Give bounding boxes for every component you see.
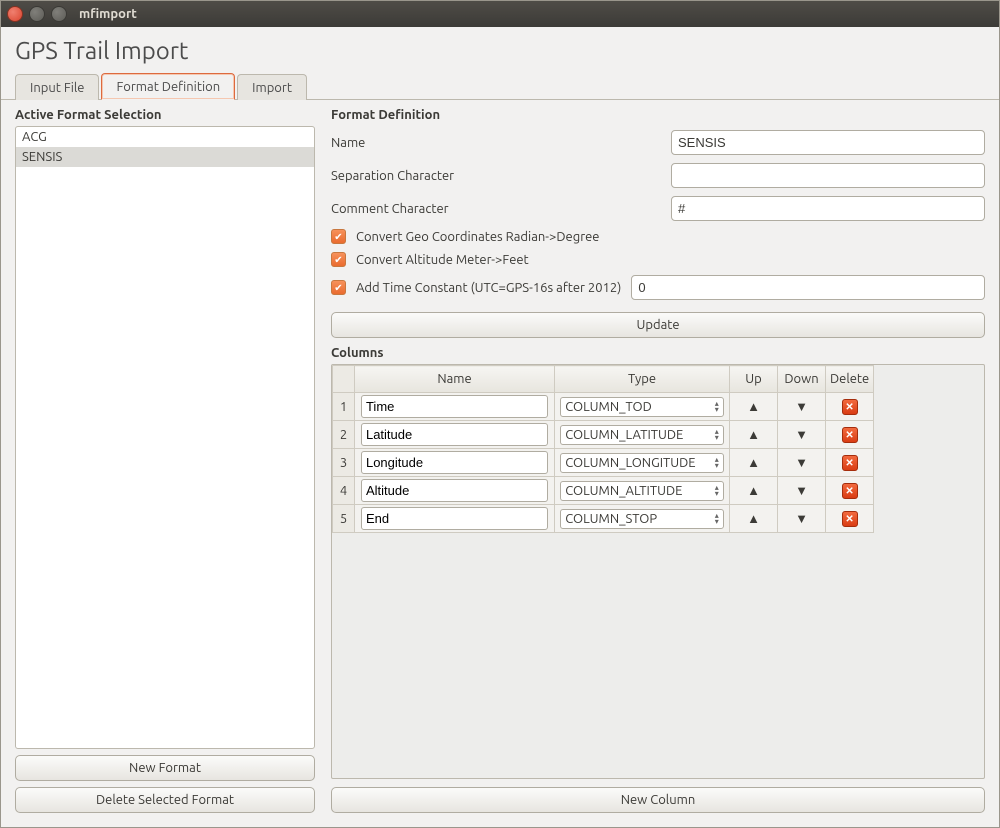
delete-row-icon[interactable]: ✕	[842, 399, 858, 415]
convert-altitude-label: Convert Altitude Meter->Feet	[356, 253, 529, 267]
new-format-button[interactable]: New Format	[15, 755, 315, 781]
table-row: 4 COLUMN_ALTITUDE▴▾ ▲ ▼ ✕	[333, 477, 874, 505]
comment-input[interactable]	[671, 196, 985, 221]
page-title: GPS Trail Import	[1, 27, 999, 72]
spinner-icon: ▴▾	[715, 457, 719, 469]
column-type-select[interactable]: COLUMN_ALTITUDE▴▾	[560, 481, 724, 501]
move-up-icon[interactable]: ▲	[747, 428, 760, 442]
table-row: 1 COLUMN_TOD▴▾ ▲ ▼ ✕	[333, 393, 874, 421]
maximize-icon[interactable]	[51, 6, 67, 22]
col-header-name: Name	[355, 366, 555, 393]
name-input[interactable]	[671, 130, 985, 155]
close-icon[interactable]	[7, 6, 23, 22]
window-title: mfimport	[79, 7, 137, 21]
delete-format-button[interactable]: Delete Selected Format	[15, 787, 315, 813]
row-index: 1	[333, 393, 355, 421]
spinner-icon: ▴▾	[715, 401, 719, 413]
row-index: 4	[333, 477, 355, 505]
column-name-input[interactable]	[361, 507, 548, 530]
columns-heading: Columns	[331, 346, 985, 360]
move-down-icon[interactable]: ▼	[795, 512, 808, 526]
row-index: 5	[333, 505, 355, 533]
columns-grid: Name Type Up Down Delete 1 COLUMN_TOD▴▾ ▲ ▼…	[331, 364, 985, 779]
column-name-input[interactable]	[361, 451, 548, 474]
left-pane: Active Format Selection ACG SENSIS New F…	[15, 108, 315, 813]
convert-geo-checkbox[interactable]	[331, 229, 346, 244]
right-pane: Format Definition Name Separation Charac…	[331, 108, 985, 813]
column-type-select[interactable]: COLUMN_LATITUDE▴▾	[560, 425, 724, 445]
col-header-up: Up	[730, 366, 778, 393]
tab-bar: Input File Format Definition Import	[1, 72, 999, 100]
delete-row-icon[interactable]: ✕	[842, 455, 858, 471]
delete-row-icon[interactable]: ✕	[842, 427, 858, 443]
format-list[interactable]: ACG SENSIS	[15, 126, 315, 749]
active-format-heading: Active Format Selection	[15, 108, 315, 122]
tab-input-file[interactable]: Input File	[15, 74, 99, 100]
add-time-label: Add Time Constant (UTC=GPS-16s after 201…	[356, 281, 621, 295]
column-type-select[interactable]: COLUMN_LONGITUDE▴▾	[560, 453, 724, 473]
time-constant-input[interactable]	[631, 275, 985, 300]
name-label: Name	[331, 136, 661, 150]
spinner-icon: ▴▾	[715, 513, 719, 525]
spinner-icon: ▴▾	[715, 429, 719, 441]
spinner-icon: ▴▾	[715, 485, 719, 497]
column-type-select[interactable]: COLUMN_TOD▴▾	[560, 397, 724, 417]
column-type-select[interactable]: COLUMN_STOP▴▾	[560, 509, 724, 529]
format-definition-heading: Format Definition	[331, 108, 985, 122]
add-time-checkbox[interactable]	[331, 280, 346, 295]
update-button[interactable]: Update	[331, 312, 985, 338]
row-index: 3	[333, 449, 355, 477]
move-up-icon[interactable]: ▲	[747, 400, 760, 414]
move-up-icon[interactable]: ▲	[747, 456, 760, 470]
row-index: 2	[333, 421, 355, 449]
move-down-icon[interactable]: ▼	[795, 484, 808, 498]
move-up-icon[interactable]: ▲	[747, 484, 760, 498]
move-down-icon[interactable]: ▼	[795, 428, 808, 442]
new-column-button[interactable]: New Column	[331, 787, 985, 813]
column-name-input[interactable]	[361, 423, 548, 446]
move-up-icon[interactable]: ▲	[747, 512, 760, 526]
column-name-input[interactable]	[361, 395, 548, 418]
comment-label: Comment Character	[331, 202, 661, 216]
table-row: 2 COLUMN_LATITUDE▴▾ ▲ ▼ ✕	[333, 421, 874, 449]
format-item[interactable]: ACG	[16, 127, 314, 147]
move-down-icon[interactable]: ▼	[795, 400, 808, 414]
col-header-down: Down	[778, 366, 826, 393]
column-name-input[interactable]	[361, 479, 548, 502]
convert-altitude-checkbox[interactable]	[331, 252, 346, 267]
separation-input[interactable]	[671, 163, 985, 188]
col-header-type: Type	[555, 366, 730, 393]
convert-geo-label: Convert Geo Coordinates Radian->Degree	[356, 230, 599, 244]
col-header-index	[333, 366, 355, 393]
table-row: 5 COLUMN_STOP▴▾ ▲ ▼ ✕	[333, 505, 874, 533]
tab-format-definition[interactable]: Format Definition	[101, 73, 235, 100]
move-down-icon[interactable]: ▼	[795, 456, 808, 470]
delete-row-icon[interactable]: ✕	[842, 483, 858, 499]
table-row: 3 COLUMN_LONGITUDE▴▾ ▲ ▼ ✕	[333, 449, 874, 477]
content-area: Active Format Selection ACG SENSIS New F…	[1, 100, 999, 827]
format-item[interactable]: SENSIS	[16, 147, 314, 167]
delete-row-icon[interactable]: ✕	[842, 511, 858, 527]
col-header-delete: Delete	[826, 366, 874, 393]
titlebar: mfimport	[1, 1, 999, 27]
separation-label: Separation Character	[331, 169, 661, 183]
minimize-icon[interactable]	[29, 6, 45, 22]
tab-import[interactable]: Import	[237, 74, 307, 100]
app-window: mfimport GPS Trail Import Input File For…	[0, 0, 1000, 828]
